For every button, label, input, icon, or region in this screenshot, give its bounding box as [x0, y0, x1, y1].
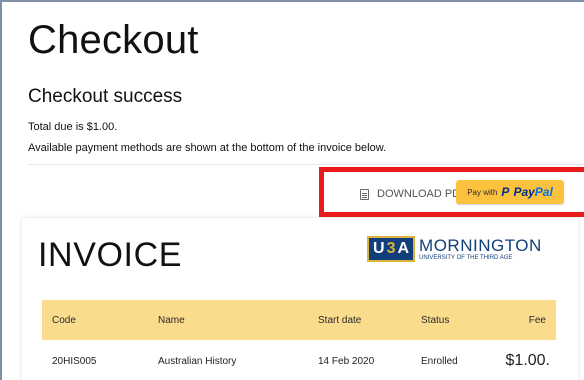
u3a-logo-text: MORNINGTON UNIVERSITY OF THE THIRD AGE — [419, 237, 542, 261]
row-status: Enrolled — [421, 356, 458, 367]
payment-methods-text: Available payment methods are shown at t… — [28, 142, 387, 154]
row-start-date: 14 Feb 2020 — [318, 356, 375, 367]
logo-sub-text: UNIVERSITY OF THE THIRD AGE — [419, 255, 513, 261]
row-fee: $1.00. — [505, 352, 550, 369]
row-code: 20HIS005 — [52, 356, 97, 367]
logo-3: 3 — [386, 240, 396, 257]
invoice-title: INVOICE — [38, 236, 183, 274]
total-due-text: Total due is $1.00. — [28, 121, 118, 133]
success-heading: Checkout success — [28, 86, 183, 107]
row-name: Australian History — [158, 356, 237, 367]
annotation-highlight-box — [319, 167, 584, 217]
column-header-status: Status — [421, 314, 450, 326]
column-header-code: Code — [52, 314, 76, 326]
section-divider — [28, 164, 584, 165]
page-title: Checkout — [28, 18, 199, 62]
u3a-logo: U 3 A MORNINGTON UNIVERSITY OF THE THIRD… — [367, 236, 542, 262]
checkout-page: Checkout Checkout success Total due is $… — [22, 0, 584, 380]
column-header-fee: Fee — [528, 314, 546, 326]
u3a-badge: U 3 A — [367, 236, 416, 262]
logo-main-text: MORNINGTON — [419, 236, 542, 255]
column-header-name: Name — [158, 314, 185, 326]
table-row: 20HIS005 Australian History 14 Feb 2020 … — [42, 348, 556, 378]
column-header-start-date: Start date — [318, 314, 362, 326]
invoice-card: INVOICE U 3 A MORNINGTON UNIVERSITY OF T… — [22, 218, 578, 380]
logo-u: U — [373, 240, 385, 257]
invoice-table-header: Code Name Start date Status Fee — [42, 300, 556, 340]
logo-a: A — [397, 240, 410, 257]
